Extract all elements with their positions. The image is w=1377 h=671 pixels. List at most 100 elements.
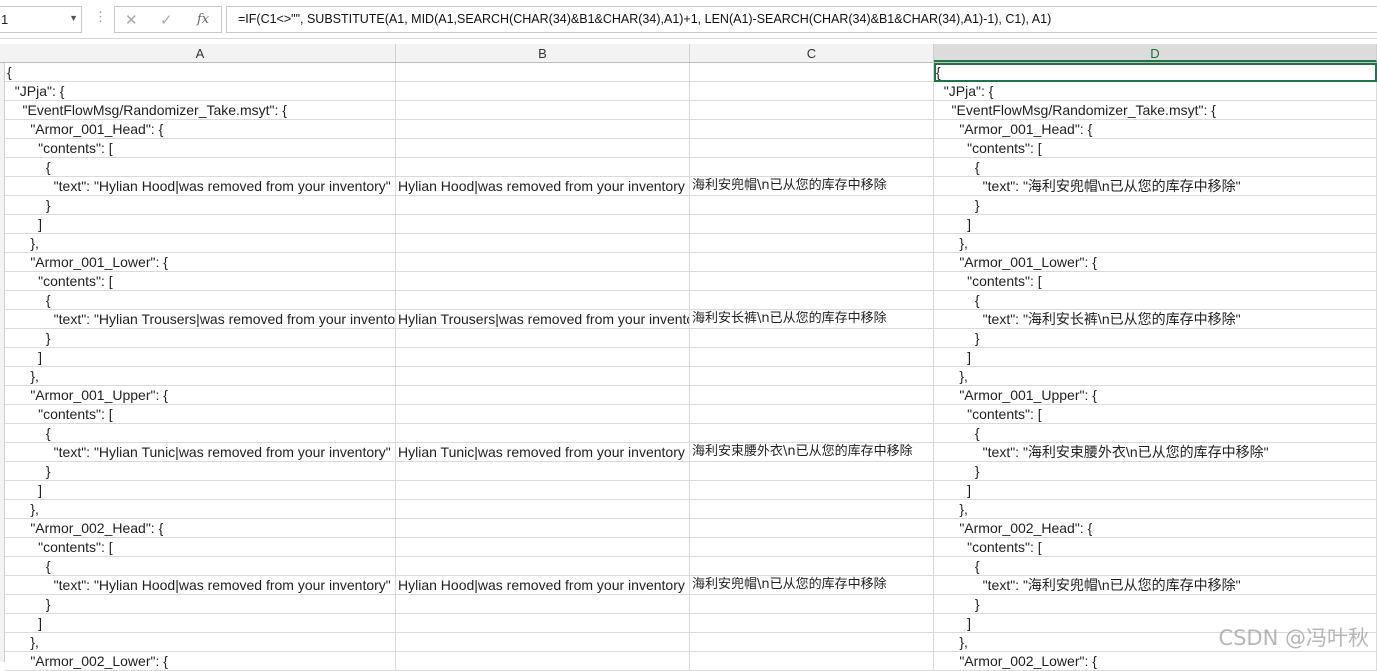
cell-c[interactable] [690, 253, 934, 272]
cell-b[interactable] [396, 519, 690, 538]
cell-d[interactable]: "contents": [ [934, 405, 1377, 424]
cell-a[interactable]: } [5, 329, 396, 348]
cell-a[interactable]: ] [5, 481, 396, 500]
cell-c[interactable] [690, 82, 934, 101]
cell-b[interactable] [396, 481, 690, 500]
cell-b[interactable] [396, 386, 690, 405]
cell-a[interactable]: { [5, 158, 396, 177]
cell-b[interactable]: Hylian Hood|was removed from your invent… [396, 177, 690, 196]
cell-d[interactable]: } [934, 595, 1377, 614]
cell-c[interactable]: 海利安长裤\n已从您的库存中移除 [690, 310, 934, 329]
cell-a[interactable]: { [5, 557, 396, 576]
cell-c[interactable] [690, 215, 934, 234]
cell-c[interactable] [690, 348, 934, 367]
cell-b[interactable] [396, 101, 690, 120]
cell-d[interactable]: }, [934, 367, 1377, 386]
cell-d[interactable]: "contents": [ [934, 538, 1377, 557]
cell-c[interactable]: 海利安束腰外衣\n已从您的库存中移除 [690, 443, 934, 462]
cancel-icon[interactable]: ✕ [125, 11, 138, 29]
cell-d[interactable]: "text": "海利安兜帽\n已从您的库存中移除" [934, 576, 1377, 595]
cell-d[interactable]: ] [934, 348, 1377, 367]
cell-b[interactable] [396, 462, 690, 481]
cell-c[interactable] [690, 595, 934, 614]
cell-d[interactable]: { [934, 557, 1377, 576]
cell-d[interactable]: "contents": [ [934, 272, 1377, 291]
cell-b[interactable] [396, 196, 690, 215]
cell-d[interactable]: } [934, 329, 1377, 348]
column-header-b[interactable]: B [396, 44, 690, 62]
cell-b[interactable] [396, 557, 690, 576]
cell-a[interactable]: "Armor_001_Upper": { [5, 386, 396, 405]
cell-b[interactable] [396, 633, 690, 652]
cell-d[interactable]: { [934, 291, 1377, 310]
cell-b[interactable] [396, 538, 690, 557]
cell-a[interactable]: "Armor_002_Head": { [5, 519, 396, 538]
cell-d[interactable]: ] [934, 481, 1377, 500]
cell-b[interactable]: Hylian Hood|was removed from your invent… [396, 576, 690, 595]
cell-b[interactable] [396, 215, 690, 234]
cell-d[interactable]: { [934, 424, 1377, 443]
cell-d[interactable]: "Armor_001_Head": { [934, 120, 1377, 139]
cell-b[interactable] [396, 367, 690, 386]
cell-a[interactable]: "contents": [ [5, 139, 396, 158]
cell-c[interactable] [690, 234, 934, 253]
cell-d[interactable]: }, [934, 500, 1377, 519]
cell-a[interactable]: "contents": [ [5, 538, 396, 557]
enter-icon[interactable]: ✓ [160, 11, 173, 29]
cell-c[interactable] [690, 120, 934, 139]
name-box[interactable]: 1 ▼ [0, 6, 82, 33]
column-header-a[interactable]: A [5, 44, 396, 62]
cell-b[interactable] [396, 424, 690, 443]
cell-a[interactable]: "Armor_001_Head": { [5, 120, 396, 139]
cell-b[interactable] [396, 272, 690, 291]
cell-c[interactable] [690, 405, 934, 424]
cell-c[interactable] [690, 63, 934, 82]
cell-b[interactable] [396, 63, 690, 82]
cell-b[interactable]: Hylian Tunic|was removed from your inven… [396, 443, 690, 462]
cell-b[interactable]: Hylian Trousers|was removed from your in… [396, 310, 690, 329]
cell-d[interactable]: { [934, 158, 1377, 177]
cell-a[interactable]: "text": "Hylian Hood|was removed from yo… [5, 576, 396, 595]
worksheet-grid[interactable]: A B C D {{ "JPja": { "JPja": { "EventFlo… [0, 44, 1377, 671]
cell-a[interactable]: }, [5, 633, 396, 652]
cell-d[interactable]: "Armor_001_Upper": { [934, 386, 1377, 405]
cell-a[interactable]: ] [5, 215, 396, 234]
cell-c[interactable] [690, 481, 934, 500]
cell-a[interactable]: "text": "Hylian Tunic|was removed from y… [5, 443, 396, 462]
cell-c[interactable] [690, 557, 934, 576]
cell-b[interactable] [396, 139, 690, 158]
cell-d[interactable]: } [934, 196, 1377, 215]
cell-d[interactable]: "text": "海利安兜帽\n已从您的库存中移除" [934, 177, 1377, 196]
formula-input[interactable]: =IF(C1<>"", SUBSTITUTE(A1, MID(A1,SEARCH… [226, 6, 1377, 33]
cell-d[interactable]: { [934, 63, 1377, 82]
cell-d[interactable]: "JPja": { [934, 82, 1377, 101]
cell-c[interactable] [690, 386, 934, 405]
cell-c[interactable]: 海利安兜帽\n已从您的库存中移除 [690, 576, 934, 595]
cell-a[interactable]: ] [5, 348, 396, 367]
cell-b[interactable] [396, 253, 690, 272]
cell-d[interactable]: "text": "海利安长裤\n已从您的库存中移除" [934, 310, 1377, 329]
cell-d[interactable]: ] [934, 215, 1377, 234]
cell-a[interactable]: "EventFlowMsg/Randomizer_Take.msyt": { [5, 101, 396, 120]
cell-a[interactable]: "text": "Hylian Hood|was removed from yo… [5, 177, 396, 196]
cell-d[interactable]: "contents": [ [934, 139, 1377, 158]
cell-c[interactable] [690, 614, 934, 633]
cell-b[interactable] [396, 500, 690, 519]
cell-c[interactable] [690, 329, 934, 348]
cell-a[interactable]: "JPja": { [5, 82, 396, 101]
cell-b[interactable] [396, 348, 690, 367]
cell-b[interactable] [396, 291, 690, 310]
cell-a[interactable]: { [5, 63, 396, 82]
cell-c[interactable] [690, 367, 934, 386]
cell-b[interactable] [396, 595, 690, 614]
cell-a[interactable]: { [5, 291, 396, 310]
cell-c[interactable] [690, 101, 934, 120]
cell-b[interactable] [396, 329, 690, 348]
cell-d[interactable]: }, [934, 234, 1377, 253]
column-header-d[interactable]: D [934, 44, 1377, 62]
caret-down-icon[interactable]: ▼ [69, 13, 78, 23]
cell-d[interactable]: "text": "海利安束腰外衣\n已从您的库存中移除" [934, 443, 1377, 462]
cell-a[interactable]: } [5, 595, 396, 614]
cell-d[interactable]: "EventFlowMsg/Randomizer_Take.msyt": { [934, 101, 1377, 120]
cell-d[interactable]: "Armor_001_Lower": { [934, 253, 1377, 272]
